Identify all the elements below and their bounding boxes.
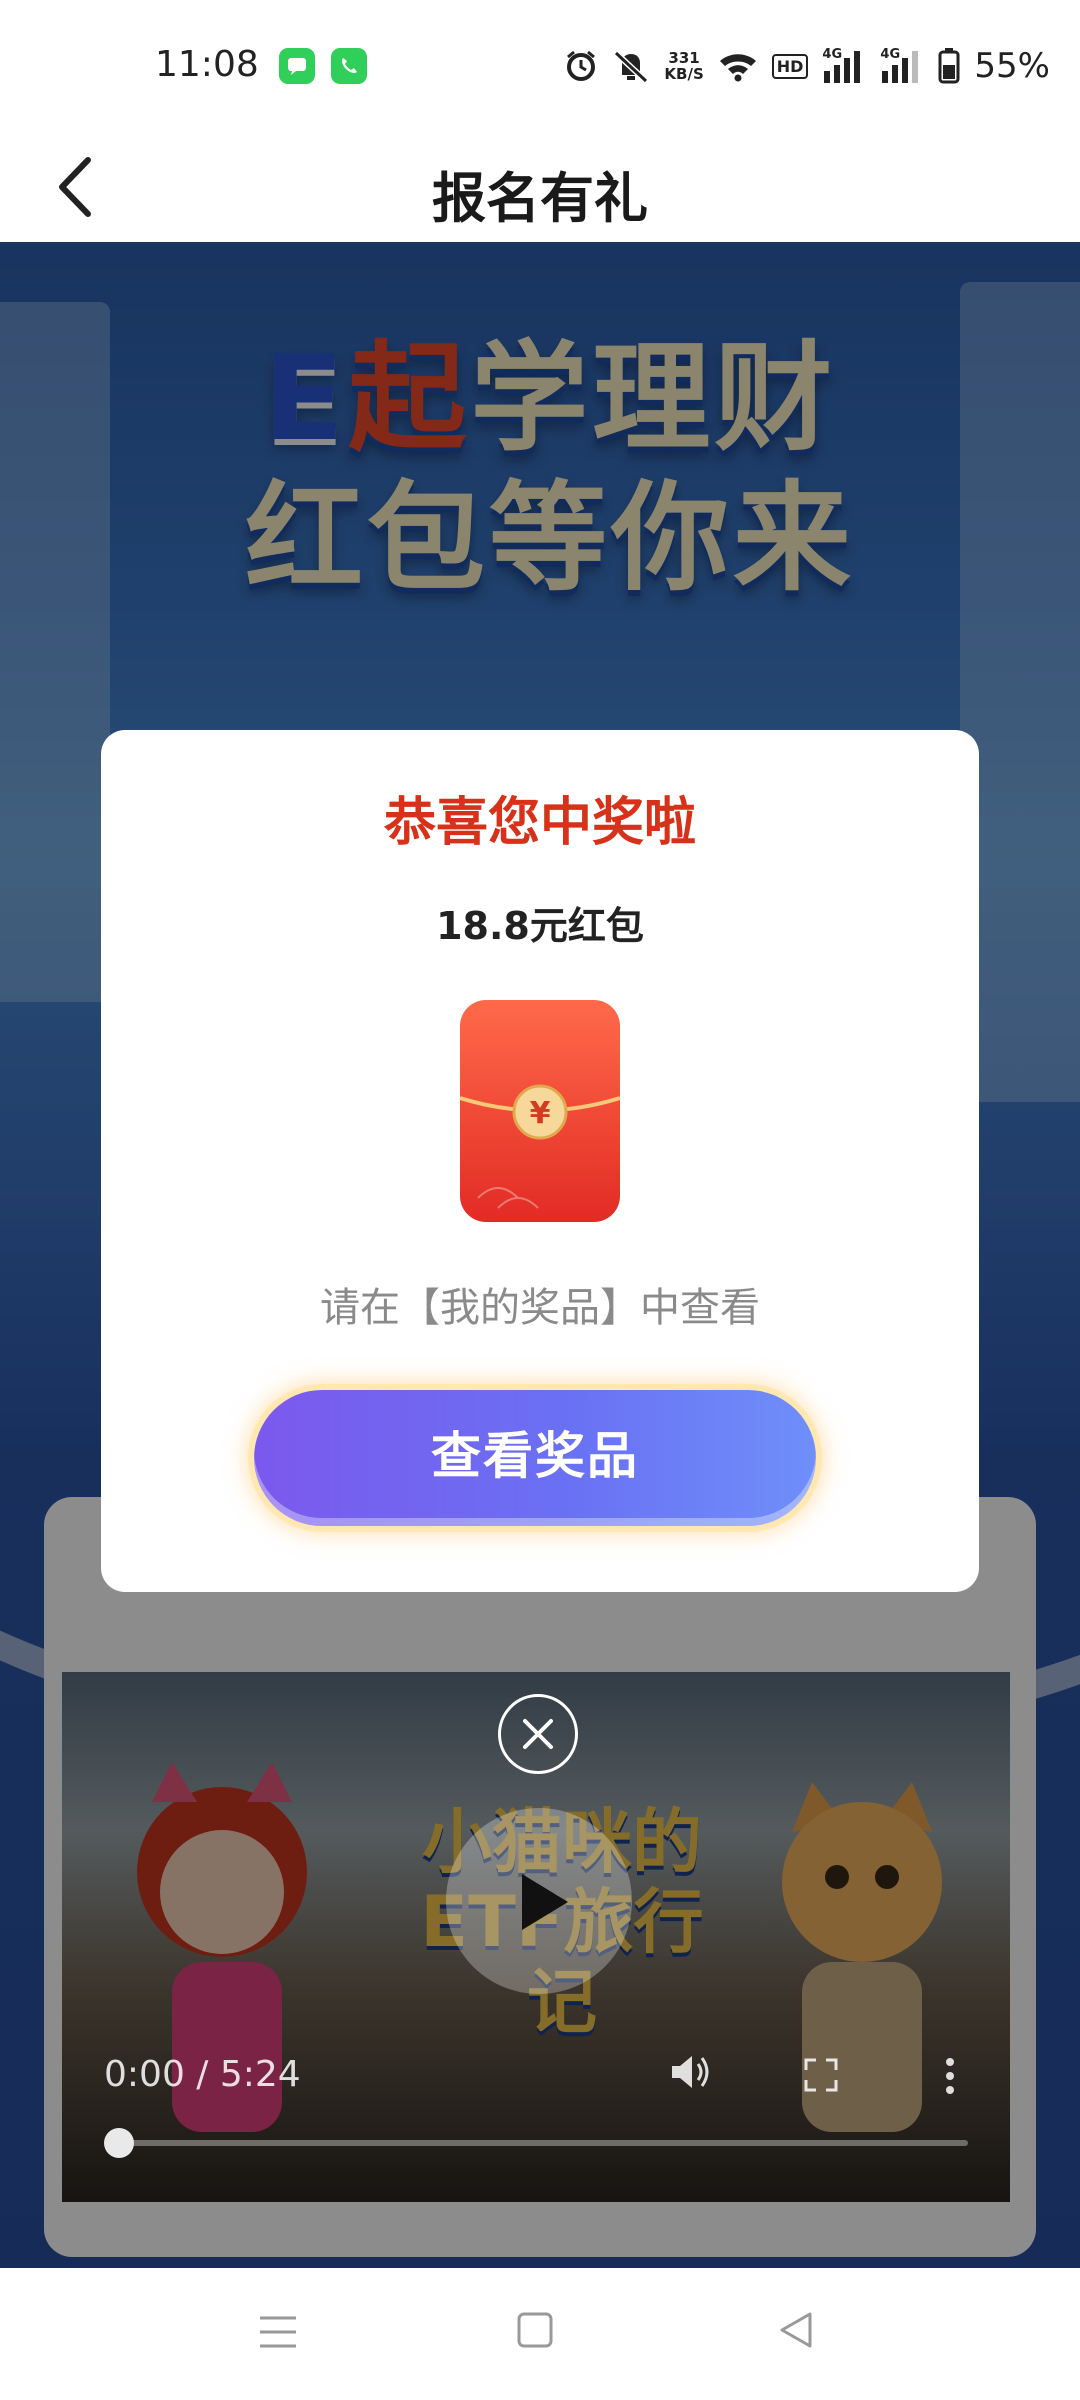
- signal-icon: 4G: [822, 47, 866, 83]
- wifi-icon: [719, 54, 756, 82]
- signal-label-2: 4G: [880, 47, 901, 62]
- messages-app-icon: [279, 48, 315, 84]
- battery-percent: 55%: [974, 46, 1050, 86]
- fullscreen-icon[interactable]: [804, 2058, 838, 2092]
- status-bar: 11:08 331 KB/S HD 4G 4G 55%: [0, 0, 1080, 132]
- status-icons: 331 KB/S HD 4G 4G 55%: [564, 38, 1050, 94]
- prize-hint: 请在【我的奖品】中查看: [320, 1285, 760, 1331]
- play-icon: [522, 1874, 568, 1930]
- back-triangle-icon[interactable]: [776, 2310, 816, 2350]
- phone-app-icon: [331, 48, 367, 84]
- video-progress-bar[interactable]: [120, 2140, 968, 2146]
- recent-apps-icon[interactable]: [258, 2312, 298, 2352]
- page-title: 报名有礼: [432, 167, 648, 230]
- red-envelope-image: ¥: [459, 1000, 621, 1222]
- video-time: 0:00 / 5:24: [104, 2054, 301, 2095]
- video-progress-handle[interactable]: [104, 2128, 134, 2158]
- play-button[interactable]: [446, 1808, 632, 1994]
- top-nav-bar: 报名有礼: [0, 132, 1080, 242]
- close-icon: [523, 1719, 553, 1749]
- close-dialog-button[interactable]: [498, 1694, 578, 1774]
- hd-badge: HD: [771, 53, 809, 79]
- volume-icon[interactable]: [668, 2052, 712, 2092]
- envelope-yen-symbol: ¥: [530, 1096, 551, 1131]
- mute-icon: [614, 50, 649, 83]
- view-prize-button[interactable]: 查看奖品: [254, 1390, 816, 1526]
- system-nav-bar: [0, 2268, 1080, 2400]
- alarm-icon: [567, 50, 596, 81]
- net-speed-unit: KB/S: [664, 65, 704, 83]
- prize-dialog: 恭喜您中奖啦 18.8元红包 ¥ 请在【我的奖品】中查看 查看奖品: [101, 730, 979, 1592]
- net-speed: 331 KB/S: [664, 50, 703, 82]
- signal-icon-2: 4G: [880, 47, 924, 83]
- more-options-icon[interactable]: [940, 2056, 960, 2096]
- status-time: 11:08: [155, 44, 259, 85]
- signal-label: 4G: [822, 47, 843, 62]
- prize-amount: 18.8元红包: [436, 904, 644, 948]
- dialog-title: 恭喜您中奖啦: [383, 793, 696, 853]
- home-icon[interactable]: [516, 2310, 554, 2350]
- battery-icon: [938, 48, 960, 84]
